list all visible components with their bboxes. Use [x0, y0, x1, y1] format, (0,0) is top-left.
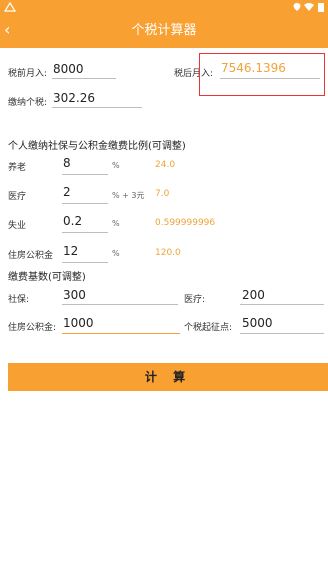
fund-base-label: 住房公积金: [8, 323, 57, 333]
rate-result-pension: 24.0 [155, 160, 176, 170]
rate-unit-unemployment: % [112, 219, 120, 228]
rate-label-unemployment: 失业 [8, 221, 27, 231]
rate-label-housing-fund: 住房公积金 [8, 251, 54, 261]
rate-unit-medical: % + 3元 [112, 191, 145, 200]
medical-base-input[interactable]: 200 [242, 288, 265, 302]
rate-input-unemployment[interactable]: 0.2 [63, 214, 82, 228]
base-heading: 缴费基数(可调整) [8, 272, 86, 283]
rate-result-medical: 7.0 [155, 189, 170, 199]
battery-icon [318, 3, 324, 12]
highlight-box [199, 53, 325, 96]
threshold-label: 个税起征点: [184, 323, 233, 333]
medical-base-underline [240, 304, 324, 305]
social-base-underline [62, 304, 178, 305]
medical-underline [62, 203, 108, 204]
housing-fund-underline [62, 262, 108, 263]
pension-underline [62, 174, 108, 175]
rate-result-unemployment: 0.599999996 [155, 218, 216, 228]
pre-tax-income-label: 税前月入: [8, 69, 48, 79]
fund-base-input[interactable]: 1000 [63, 316, 94, 330]
threshold-input[interactable]: 5000 [242, 316, 273, 330]
rate-label-medical: 医疗 [8, 192, 27, 202]
app-bar: ‹ 个税计算器 [0, 14, 328, 48]
medical-base-label: 医疗: [184, 295, 206, 305]
pre-tax-underline [52, 78, 116, 79]
rate-input-medical[interactable]: 2 [63, 185, 71, 199]
fund-base-underline-focused [62, 333, 180, 334]
rate-label-pension: 养老 [8, 163, 27, 173]
rate-input-housing-fund[interactable]: 12 [63, 244, 78, 258]
rate-unit-housing-fund: % [112, 249, 120, 258]
rate-input-pension[interactable]: 8 [63, 156, 71, 170]
location-icon [293, 3, 301, 11]
rates-heading: 个人缴纳社保与公积金缴费比例(可调整) [8, 141, 186, 152]
page-title: 个税计算器 [131, 23, 197, 38]
alert-icon [4, 2, 16, 12]
tax-underline [52, 107, 142, 108]
tax-value: 302.26 [53, 91, 95, 105]
pre-tax-income-input[interactable]: 8000 [53, 62, 84, 76]
threshold-underline [240, 333, 324, 334]
tax-label: 缴纳个税: [8, 98, 48, 108]
rate-unit-pension: % [112, 161, 120, 170]
status-bar [0, 0, 328, 14]
social-base-label: 社保: [8, 295, 30, 305]
social-base-input[interactable]: 300 [63, 288, 86, 302]
calculate-button[interactable]: 计 算 [8, 363, 328, 391]
unemployment-underline [62, 232, 108, 233]
wifi-icon [304, 3, 314, 11]
rate-result-housing-fund: 120.0 [155, 248, 181, 258]
